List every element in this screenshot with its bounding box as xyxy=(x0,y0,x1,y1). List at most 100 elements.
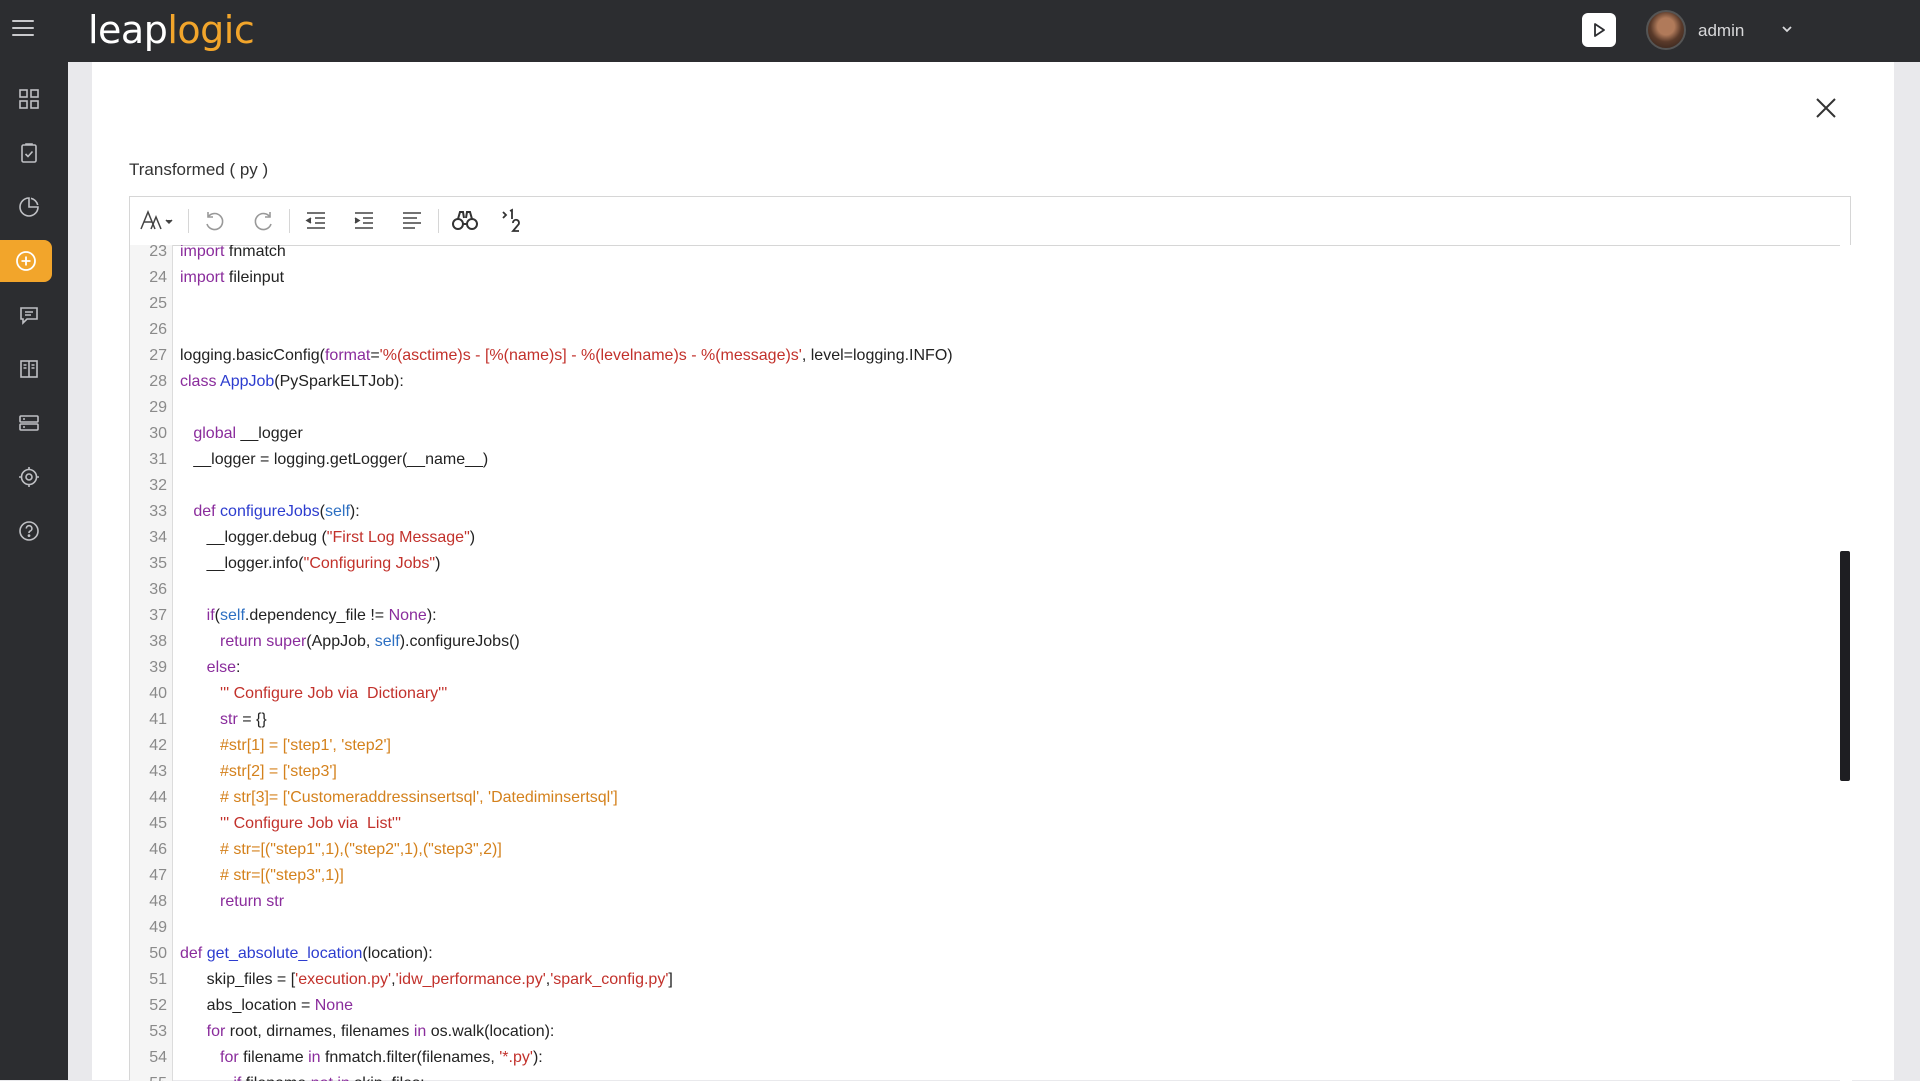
code-line[interactable]: 34 __logger.debug ("First Log Message") xyxy=(130,525,953,551)
code-text: for root, dirnames, filenames in os.walk… xyxy=(172,1019,555,1045)
code-line[interactable]: 47 # str=[("step3",1)] xyxy=(130,863,953,889)
editor-scrollbar-thumb[interactable] xyxy=(1840,551,1850,781)
code-line[interactable]: 36 xyxy=(130,577,953,603)
code-token: abs_location = xyxy=(180,997,315,1014)
close-icon[interactable] xyxy=(1812,94,1840,122)
undo-button[interactable] xyxy=(191,197,239,245)
hamburger-icon[interactable] xyxy=(12,20,34,40)
sidebar-item-help[interactable] xyxy=(6,510,52,552)
line-number: 52 xyxy=(149,997,167,1014)
code-line[interactable]: 30 global __logger xyxy=(130,421,953,447)
code-text: __logger.info("Configuring Jobs") xyxy=(172,551,441,577)
code-token: fnmatch.filter(filenames, xyxy=(320,1049,500,1066)
code-line[interactable]: 27 logging.basicConfig(format='%(asctime)… xyxy=(130,343,953,369)
line-number: 31 xyxy=(149,451,167,468)
code-editor[interactable]: 23 import fnmatch 24 import fileinput 25 26 27… xyxy=(129,196,1852,1081)
code-line[interactable]: 50 def get_absolute_location(location): xyxy=(130,941,953,967)
code-line[interactable]: 51 skip_files = ['execution.py','idw_per… xyxy=(130,967,953,993)
code-text: # str[3]= ['Customeraddressinsertsql', '… xyxy=(172,785,618,811)
code-line[interactable]: 53 for root, dirnames, filenames in os.w… xyxy=(130,1019,953,1045)
code-line[interactable]: 28 class AppJob(PySparkELTJob): xyxy=(130,369,953,395)
code-line[interactable]: 42 #str[1] = ['step1', 'step2'] xyxy=(130,733,953,759)
line-number: 30 xyxy=(149,425,167,442)
code-line[interactable]: 29 xyxy=(130,395,953,421)
redo-button[interactable] xyxy=(239,197,287,245)
code-text: __logger = logging.getLogger(__name__) xyxy=(172,447,488,473)
code-token: = xyxy=(370,347,380,364)
code-line[interactable]: 25 xyxy=(130,291,953,317)
font-size-button[interactable] xyxy=(130,197,186,245)
indent-button[interactable] xyxy=(340,197,388,245)
format-button[interactable] xyxy=(388,197,436,245)
code-line[interactable]: 38 return super(AppJob, self).configureJ… xyxy=(130,629,953,655)
code-line[interactable]: 46 # str=[("step1",1),("step2",1),("step… xyxy=(130,837,953,863)
code-token: fileinput xyxy=(224,269,285,286)
code-line[interactable]: 24 import fileinput xyxy=(130,265,953,291)
chevron-down-icon[interactable] xyxy=(1780,22,1794,36)
line-number: 40 xyxy=(149,685,167,702)
code-line[interactable]: 35 __logger.info("Configuring Jobs") xyxy=(130,551,953,577)
code-token: filename xyxy=(238,1049,309,1066)
avatar[interactable] xyxy=(1646,10,1686,50)
code-line[interactable]: 37 if(self.dependency_file != None): xyxy=(130,603,953,629)
code-line[interactable]: 49 xyxy=(130,915,953,941)
app-logo[interactable]: leaplogic xyxy=(88,8,255,52)
sidebar-item-messages[interactable] xyxy=(6,294,52,336)
code-token: skip_files: xyxy=(350,1075,424,1081)
code-line[interactable]: 39 else: xyxy=(130,655,953,681)
code-token: ) xyxy=(469,529,476,546)
sidebar-item-transform[interactable] xyxy=(0,240,52,282)
top-bar: leaplogic admin xyxy=(0,0,1920,62)
code-line[interactable]: 41 str = {} xyxy=(130,707,953,733)
find-button[interactable] xyxy=(441,197,489,245)
sidebar-item-settings[interactable] xyxy=(6,456,52,498)
code-token: 'execution.py' xyxy=(295,971,392,988)
code-text: import fileinput xyxy=(172,265,284,291)
sidebar-item-reports[interactable] xyxy=(6,186,52,228)
code-token: for xyxy=(206,1023,226,1040)
find-icon xyxy=(452,211,478,230)
code-line[interactable]: 45 ''' Configure Job via List''' xyxy=(130,811,953,837)
add-circle-icon xyxy=(16,251,36,271)
code-token: ): xyxy=(349,503,360,520)
code-token: None xyxy=(314,997,353,1014)
code-line[interactable]: 54 for filename in fnmatch.filter(filena… xyxy=(130,1045,953,1071)
code-token: "First Log Message" xyxy=(326,529,470,546)
code-line[interactable]: 23 import fnmatch xyxy=(130,245,953,265)
code-token: , level=logging.INFO) xyxy=(801,347,953,364)
outdent-button[interactable] xyxy=(292,197,340,245)
line-number: 35 xyxy=(149,555,167,572)
code-line[interactable]: 32 xyxy=(130,473,953,499)
code-text: return str xyxy=(172,889,284,915)
code-line[interactable]: 48 return str xyxy=(130,889,953,915)
line-number: 44 xyxy=(149,789,167,806)
code-area[interactable]: 23 import fnmatch 24 import fileinput 25 26 27… xyxy=(130,245,1840,1081)
code-line[interactable]: 33 def configureJobs(self): xyxy=(130,499,953,525)
sidebar-item-library[interactable] xyxy=(6,348,52,390)
code-token: __logger = logging.getLogger(__name__) xyxy=(180,451,489,468)
sidebar-item-tasks[interactable] xyxy=(6,132,52,174)
code-line[interactable]: 43 #str[2] = ['step3'] xyxy=(130,759,953,785)
toolbar-divider xyxy=(438,209,439,233)
sidebar-item-dashboard[interactable] xyxy=(6,78,52,120)
code-line[interactable]: 44 # str[3]= ['Customeraddressinsertsql'… xyxy=(130,785,953,811)
goto-line-button[interactable] xyxy=(489,197,537,245)
code-line[interactable]: 26 xyxy=(130,317,953,343)
code-line[interactable]: 40 ''' Configure Job via Dictionary''' xyxy=(130,681,953,707)
username-label[interactable]: admin xyxy=(1698,21,1744,41)
code-text: __logger.debug ("First Log Message") xyxy=(172,525,475,551)
run-button[interactable] xyxy=(1582,13,1616,47)
code-text: # str=[("step3",1)] xyxy=(172,863,344,889)
code-line[interactable]: 31 __logger = logging.getLogger(__name__… xyxy=(130,447,953,473)
line-number: 26 xyxy=(149,321,167,338)
sidebar-item-servers[interactable] xyxy=(6,402,52,444)
line-number: 28 xyxy=(149,373,167,390)
code-token: skip_files = [ xyxy=(180,971,296,988)
page-scrollbar-track xyxy=(1894,62,1920,1080)
code-line[interactable]: 52 abs_location = None xyxy=(130,993,953,1019)
line-number: 50 xyxy=(149,945,167,962)
